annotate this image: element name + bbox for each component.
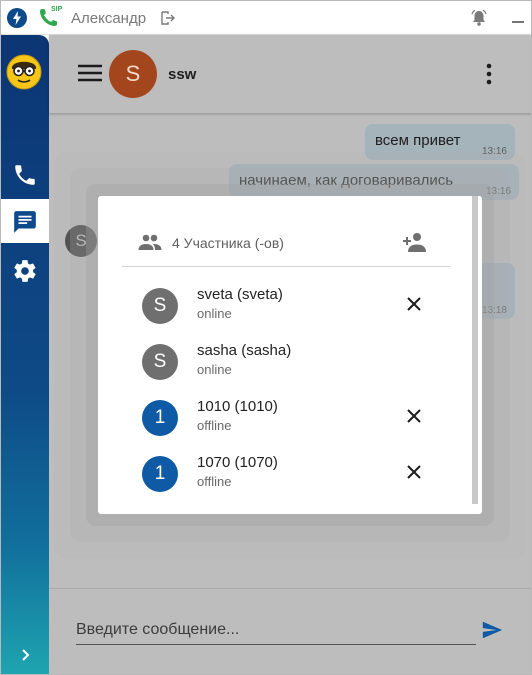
- logout-icon[interactable]: [161, 11, 175, 25]
- message-composer: [49, 588, 531, 674]
- sidebar-item-settings[interactable]: [1, 248, 49, 292]
- chat-avatar[interactable]: S: [109, 50, 157, 98]
- lightning-icon: [13, 11, 21, 25]
- close-icon[interactable]: [404, 406, 424, 426]
- participants-header: 4 Участника (-ов): [122, 221, 450, 267]
- message-time: 13:18: [481, 305, 507, 316]
- message-text: всем привет: [375, 132, 461, 149]
- gear-icon: [14, 260, 36, 282]
- minimize-icon[interactable]: [509, 8, 527, 26]
- sip-badge: SIP: [51, 6, 63, 13]
- close-icon[interactable]: [404, 462, 424, 482]
- participant-status: offline: [197, 418, 232, 433]
- top-bar: SIP Александр: [1, 1, 531, 35]
- participants-dialog: 4 Участника (-ов) S sveta (sveta) online…: [98, 196, 482, 514]
- message-text: начинаем, как договаривались: [239, 172, 454, 189]
- participant-row[interactable]: S sasha (sasha) online: [122, 334, 450, 390]
- user-name: Александр: [71, 10, 147, 27]
- participant-name: 1070 (1070): [197, 454, 278, 471]
- participant-status: online: [197, 362, 232, 377]
- message-input[interactable]: [76, 615, 476, 645]
- chat-icon: [14, 211, 36, 233]
- quick-action-button[interactable]: [7, 8, 27, 28]
- more-vert-icon[interactable]: [481, 62, 497, 86]
- people-icon: [138, 234, 162, 250]
- participant-row[interactable]: S sveta (sveta) online: [122, 278, 450, 334]
- participant-name: sasha (sasha): [197, 342, 292, 359]
- chat-title: ssw: [168, 66, 197, 83]
- bell-icon[interactable]: [471, 9, 487, 27]
- message-time: 13:16: [485, 186, 511, 197]
- menu-icon[interactable]: [77, 63, 103, 83]
- message-bubble[interactable]: начинаем, как договаривались 13:16: [229, 164, 519, 200]
- send-icon[interactable]: [481, 619, 503, 641]
- participant-avatar: 1: [142, 400, 178, 436]
- message-bubble[interactable]: всем привет 13:16: [365, 124, 515, 160]
- sidebar-item-chats[interactable]: [1, 199, 49, 243]
- participants-count: 4 Участника (-ов): [172, 235, 284, 251]
- participant-name: sveta (sveta): [197, 286, 283, 303]
- sidebar-item-calls[interactable]: [1, 152, 49, 196]
- participant-avatar: S: [142, 344, 178, 380]
- dialog-scrollbar[interactable]: [472, 196, 478, 504]
- participant-name: 1010 (1010): [197, 398, 278, 415]
- participant-avatar: S: [142, 288, 178, 324]
- add-person-icon[interactable]: [401, 231, 427, 253]
- message-time: 13:16: [481, 146, 507, 157]
- participant-row[interactable]: 1 1070 (1070) offline: [122, 446, 450, 502]
- close-icon[interactable]: [404, 294, 424, 314]
- participant-row[interactable]: 1 1010 (1010) offline: [122, 390, 450, 446]
- user-avatar-logo[interactable]: [6, 54, 42, 90]
- app-window: SIP Александр S ssw всем привет 13:16 на…: [0, 0, 532, 675]
- participant-status: offline: [197, 474, 232, 489]
- chat-header: S ssw: [49, 35, 531, 113]
- sender-avatar: S: [65, 225, 97, 257]
- participant-status: online: [197, 306, 232, 321]
- chevron-right-icon[interactable]: [15, 645, 35, 665]
- participant-avatar: 1: [142, 456, 178, 492]
- phone-icon: [15, 165, 35, 185]
- sidebar: [1, 35, 49, 674]
